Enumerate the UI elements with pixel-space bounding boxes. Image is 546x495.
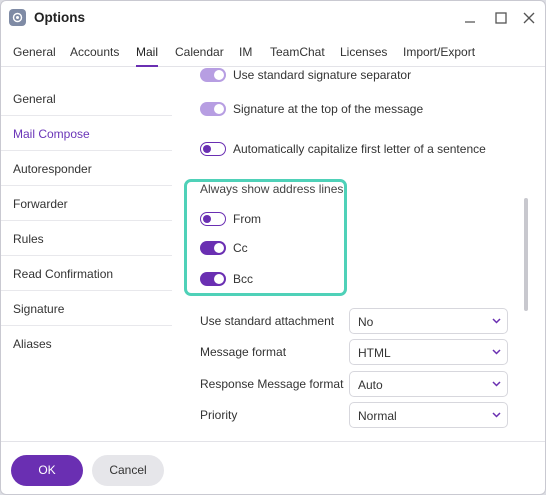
sidebar-item-label: Forwarder [13, 197, 68, 211]
priority-label: Priority [200, 408, 238, 422]
title-bar: Options [1, 1, 545, 35]
settings-panel: Use standard signature separator Signatu… [181, 68, 531, 428]
sidebar-item-signature[interactable]: Signature [1, 291, 172, 326]
tab-accounts[interactable]: Accounts [70, 45, 119, 59]
response-format-label: Response Message format [200, 377, 344, 391]
toggle-label: Bcc [233, 272, 254, 286]
tab-import-export[interactable]: Import/Export [403, 45, 475, 59]
sidebar-item-forwarder[interactable]: Forwarder [1, 186, 172, 221]
minimize-icon [465, 21, 475, 23]
close-icon [523, 12, 535, 24]
sidebar-item-rules[interactable]: Rules [1, 221, 172, 256]
toggle-label: From [233, 212, 261, 226]
tab-general[interactable]: General [13, 45, 56, 59]
tab-im[interactable]: IM [239, 45, 252, 59]
toggle-label: Use standard signature separator [233, 68, 412, 82]
options-window: Options General Accounts Mail Calendar I… [0, 0, 546, 495]
select-value: HTML [358, 346, 391, 360]
sidebar-item-label: Read Confirmation [13, 267, 114, 281]
tab-calendar[interactable]: Calendar [175, 45, 224, 59]
tab-mail[interactable]: Mail [136, 45, 158, 59]
active-tab-indicator [136, 65, 158, 67]
chevron-down-icon [492, 412, 501, 418]
toggle-switch[interactable] [200, 142, 226, 156]
toggle-switch[interactable] [200, 68, 226, 82]
address-lines-title: Always show address lines [200, 182, 344, 196]
sidebar-item-autoresponder[interactable]: Autoresponder [1, 151, 172, 186]
close-button[interactable] [517, 7, 541, 29]
app-icon [9, 9, 26, 26]
window-title: Options [34, 10, 85, 25]
tab-teamchat[interactable]: TeamChat [270, 45, 325, 59]
sidebar-item-general[interactable]: General [1, 81, 172, 116]
select-value: Normal [358, 409, 397, 423]
sidebar-item-label: Mail Compose [13, 127, 90, 141]
maximize-button[interactable] [489, 7, 513, 29]
ok-button[interactable]: OK [11, 455, 83, 486]
chevron-down-icon [492, 349, 501, 355]
select-value: Auto [358, 378, 383, 392]
response-format-select[interactable]: Auto [349, 371, 508, 397]
select-value: No [358, 315, 374, 329]
tab-bar: General Accounts Mail Calendar IM TeamCh… [1, 35, 545, 67]
toggle-switch[interactable] [200, 212, 226, 226]
toggle-label: Cc [233, 241, 248, 255]
message-format-select[interactable]: HTML [349, 339, 508, 365]
priority-select[interactable]: Normal [349, 402, 508, 428]
maximize-icon [495, 12, 507, 24]
sidebar-item-label: Signature [13, 302, 65, 316]
sidebar-item-label: Autoresponder [13, 162, 92, 176]
sidebar-item-label: Rules [13, 232, 44, 246]
standard-attachment-select[interactable]: No [349, 308, 508, 334]
standard-attachment-label: Use standard attachment [200, 314, 335, 328]
minimize-button[interactable] [458, 7, 482, 29]
sidebar-item-read-confirmation[interactable]: Read Confirmation [1, 256, 172, 291]
dialog-footer: OK Cancel [1, 441, 545, 494]
toggle-label: Signature at the top of the message [233, 102, 424, 116]
sidebar-item-label: General [13, 92, 56, 106]
cancel-button[interactable]: Cancel [92, 455, 164, 486]
sidebar-item-aliases[interactable]: Aliases [1, 326, 172, 361]
chevron-down-icon [492, 381, 501, 387]
toggle-switch[interactable] [200, 241, 226, 255]
message-format-label: Message format [200, 345, 287, 359]
sidebar-item-label: Aliases [13, 337, 52, 351]
toggle-switch[interactable] [200, 102, 226, 116]
sidebar-item-mail-compose[interactable]: Mail Compose [1, 116, 172, 151]
chevron-down-icon [492, 318, 501, 324]
tab-licenses[interactable]: Licenses [340, 45, 387, 59]
toggle-label: Automatically capitalize first letter of… [233, 142, 486, 156]
toggle-switch[interactable] [200, 272, 226, 286]
scrollbar[interactable] [524, 198, 528, 311]
